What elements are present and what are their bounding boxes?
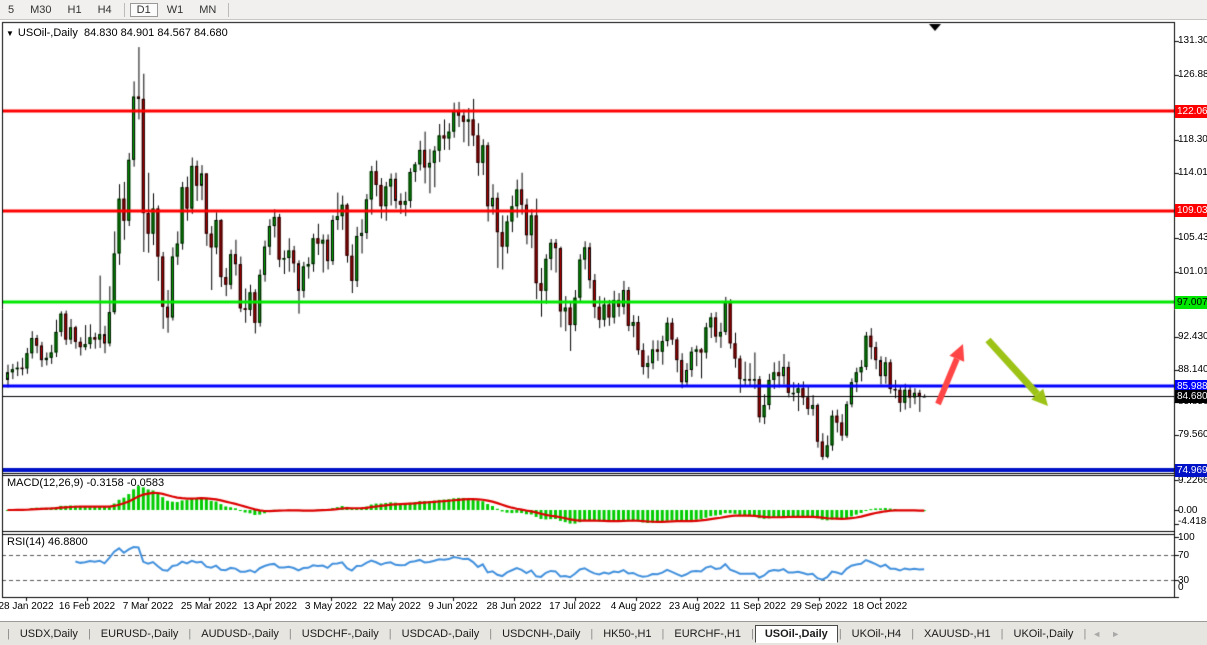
symbol-tabbar: |USDX,Daily|EURUSD-,Daily|AUDUSD-,Daily|…	[0, 621, 1207, 645]
timeframe-button-h4[interactable]: H4	[91, 3, 119, 17]
date-label: 23 Aug 2022	[669, 601, 725, 612]
tab-separator: |	[389, 628, 392, 640]
tab-separator: |	[289, 628, 292, 640]
macd-tick-label: 9.2266	[1178, 475, 1207, 487]
tab-scroll-left-icon[interactable]: ◄	[1092, 629, 1101, 639]
rsi-name: RSI(14)	[7, 536, 45, 548]
price-line-label: 84.680	[1175, 390, 1207, 403]
symbol-tab-ukoil-daily[interactable]: UKOil-,Daily	[1005, 625, 1083, 643]
date-label: 13 Apr 2022	[243, 601, 297, 612]
date-label: 11 Sep 2022	[730, 601, 786, 612]
symbol-tab-eurusd-daily[interactable]: EURUSD-,Daily	[92, 625, 188, 643]
symbol-tab-xauusd-h1[interactable]: XAUUSD-,H1	[915, 625, 1000, 643]
rsi-tick-label: 70	[1178, 550, 1207, 562]
price-tick-label: 126.880	[1178, 69, 1207, 81]
tab-separator: |	[911, 628, 914, 640]
timeframe-button-m30[interactable]: M30	[23, 3, 58, 17]
price-line-label: 109.036	[1175, 204, 1207, 217]
date-label: 16 Feb 2022	[59, 601, 115, 612]
price-tick-label: 92.430	[1178, 331, 1207, 343]
rsi-indicator-label: RSI(14) 46.8800	[7, 536, 88, 548]
chart-ohlc-label: 84.830 84.901 84.567 84.680	[84, 27, 228, 39]
price-tick-label: 131.300	[1178, 35, 1207, 47]
mt4-window: 5M30H1H4 D1W1MN ▼ USOil-,Daily 84.830 84.9…	[0, 0, 1207, 645]
timeframe-button-h1[interactable]: H1	[61, 3, 89, 17]
date-label: 3 May 2022	[305, 601, 357, 612]
price-tick-label: 118.300	[1178, 134, 1207, 146]
tab-separator: |	[88, 628, 91, 640]
price-tick-label: 79.560	[1178, 429, 1207, 441]
rsi-tick-label: 100	[1178, 532, 1207, 544]
date-label: 9 Jun 2022	[428, 601, 478, 612]
symbol-tab-hk50-h1[interactable]: HK50-,H1	[594, 625, 660, 643]
timeframe-button-w1[interactable]: W1	[160, 3, 191, 17]
toolbar-separator	[124, 3, 125, 17]
price-line-label: 97.007	[1175, 296, 1207, 309]
symbol-tab-eurchf-h1[interactable]: EURCHF-,H1	[665, 625, 750, 643]
tab-separator: |	[590, 628, 593, 640]
date-label: 28 Jan 2022	[0, 601, 54, 612]
rsi-value: 46.8800	[48, 536, 88, 548]
chart-title: ▼ USOil-,Daily 84.830 84.901 84.567 84.68…	[6, 27, 228, 39]
date-label: 7 Mar 2022	[123, 601, 174, 612]
symbol-tab-usdx-daily[interactable]: USDX,Daily	[11, 625, 87, 643]
price-tick-label: 88.140	[1178, 364, 1207, 376]
tab-separator: |	[662, 628, 665, 640]
chart-canvas[interactable]	[0, 0, 1207, 645]
price-tick-label: 101.010	[1178, 266, 1207, 278]
collapse-indicator-icon[interactable]: ▼	[6, 29, 14, 38]
date-label: 25 Mar 2022	[181, 601, 237, 612]
price-tick-label: 114.010	[1178, 167, 1207, 179]
timeframe-button-5[interactable]: 5	[1, 3, 21, 17]
symbol-tab-usdcnh-daily[interactable]: USDCNH-,Daily	[493, 625, 589, 643]
tab-separator: |	[1083, 628, 1086, 640]
tab-scroll-right-icon[interactable]: ►	[1111, 629, 1120, 639]
date-label: 17 Jul 2022	[549, 601, 601, 612]
timeframe-toolbar: 5M30H1H4 D1W1MN	[0, 0, 1207, 20]
tab-separator: |	[839, 628, 842, 640]
price-tick-label: 105.430	[1178, 232, 1207, 244]
tab-separator: |	[1001, 628, 1004, 640]
macd-tick-label: -4.4188	[1178, 516, 1207, 528]
rsi-tick-label: 0	[1178, 582, 1207, 594]
macd-indicator-label: MACD(12,26,9) -0.3158 -0.0583	[7, 477, 164, 489]
toolbar-separator	[228, 3, 229, 17]
macd-name: MACD(12,26,9)	[7, 477, 83, 489]
symbol-tab-usoil-daily[interactable]: USOil-,Daily	[755, 625, 838, 643]
chart-symbol-label: USOil-,Daily	[18, 27, 78, 39]
symbol-tab-usdchf-daily[interactable]: USDCHF-,Daily	[293, 625, 388, 643]
symbol-tab-usdcad-daily[interactable]: USDCAD-,Daily	[393, 625, 489, 643]
tab-separator: |	[489, 628, 492, 640]
tab-separator: |	[751, 628, 754, 640]
timeframe-button-d1[interactable]: D1	[130, 3, 158, 17]
date-label: 22 May 2022	[363, 601, 421, 612]
date-label: 4 Aug 2022	[611, 601, 662, 612]
symbol-tab-audusd-daily[interactable]: AUDUSD-,Daily	[192, 625, 288, 643]
price-line-label: 74.969	[1175, 464, 1207, 477]
date-label: 18 Oct 2022	[853, 601, 907, 612]
tab-separator: |	[7, 628, 10, 640]
macd-values: -0.3158 -0.0583	[86, 477, 164, 489]
date-label: 28 Jun 2022	[486, 601, 541, 612]
timeframe-button-mn[interactable]: MN	[192, 3, 223, 17]
symbol-tab-ukoil-h4[interactable]: UKOil-,H4	[843, 625, 911, 643]
tab-separator: |	[188, 628, 191, 640]
date-label: 29 Sep 2022	[791, 601, 848, 612]
price-line-label: 122.066	[1175, 105, 1207, 118]
